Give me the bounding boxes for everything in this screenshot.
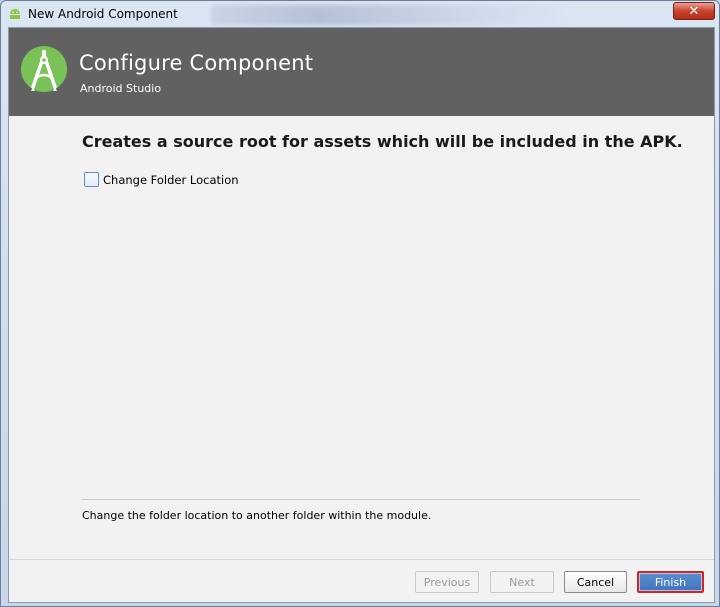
dialog-window: New Android Component ✕ Configure Compon… [0, 0, 720, 607]
android-studio-logo-icon [21, 46, 67, 92]
cancel-button[interactable]: Cancel [564, 571, 627, 593]
checkbox-label: Change Folder Location [103, 172, 239, 187]
close-icon: ✕ [688, 3, 700, 19]
title-bar[interactable]: New Android Component ✕ [1, 1, 719, 27]
next-button[interactable]: Next [490, 571, 554, 593]
previous-button[interactable]: Previous [415, 571, 479, 593]
help-description: Change the folder location to another fo… [82, 509, 432, 522]
background-window-blur [211, 5, 571, 25]
main-heading: Creates a source root for assets which w… [82, 132, 683, 151]
dialog-content: Configure Component Android Studio Creat… [8, 27, 715, 603]
page-title: Configure Component [79, 51, 314, 75]
close-button[interactable]: ✕ [673, 2, 715, 20]
wizard-header: Configure Component Android Studio [9, 28, 714, 116]
divider [82, 499, 640, 500]
finish-button[interactable]: Finish [637, 571, 704, 593]
change-folder-location-option[interactable]: Change Folder Location [84, 172, 239, 187]
page-subtitle: Android Studio [80, 82, 162, 95]
change-folder-location-checkbox[interactable] [84, 172, 99, 187]
android-icon [10, 9, 20, 19]
window-title: New Android Component [28, 7, 178, 21]
footer-divider [9, 559, 714, 560]
